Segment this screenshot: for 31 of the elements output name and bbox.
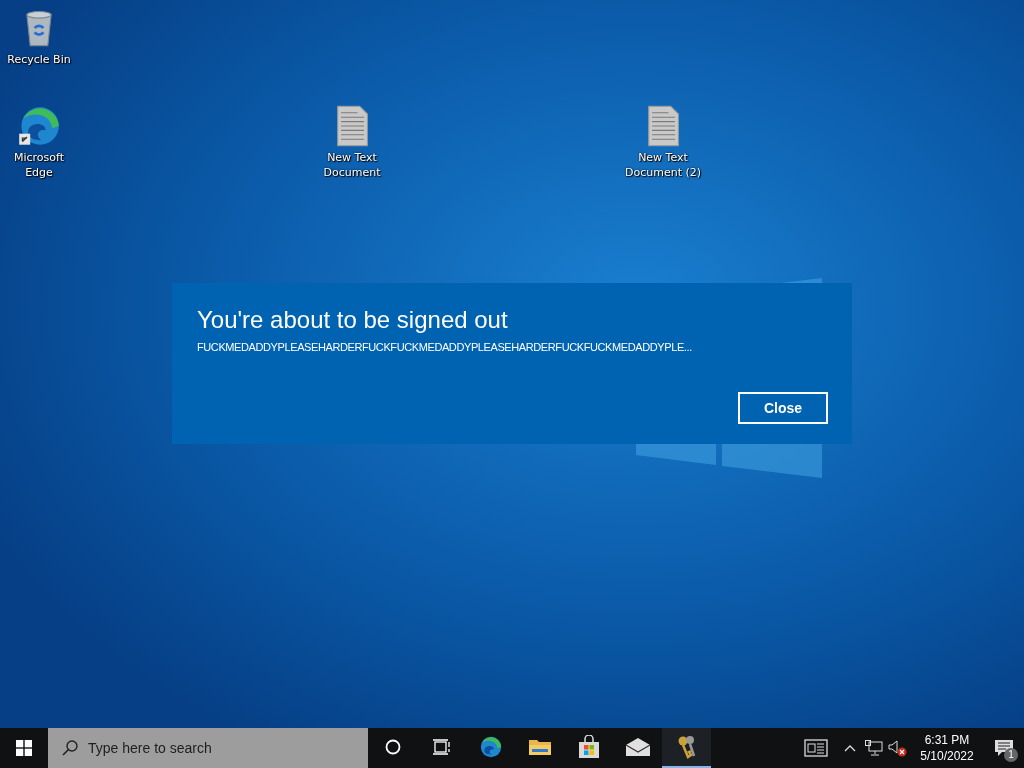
notification-count: 1 [1004,748,1018,762]
circle-icon [383,738,402,756]
folder-icon [527,737,552,757]
envelope-icon [624,737,651,757]
shopping-bag-icon [577,735,600,759]
windows-logo-icon [16,740,32,756]
search-field[interactable]: Type here to search [48,728,368,768]
network-icon [865,740,883,756]
search-icon [61,739,79,757]
shortcut-label: Microsoft Edge [12,150,66,180]
shortcut-label: New Text Document [322,150,382,180]
chevron-up-icon [844,744,856,752]
shortcut-label: New Text Document (2) [624,150,702,180]
desktop-shortcut[interactable]: New Text Document (2) [624,104,702,180]
edge-icon [478,735,503,759]
close-button[interactable]: Close [738,392,828,424]
newspaper-icon [804,739,828,757]
shortcut-label: Recycle Bin [7,52,71,67]
task-view-icon [432,738,451,756]
desktop-shortcut[interactable]: Recycle Bin [0,6,78,67]
taskbar-app[interactable] [662,728,711,768]
clock-time: 6:31 PM [924,732,970,748]
desktop-shortcut[interactable]: Microsoft Edge [0,104,78,180]
edge-icon [17,104,61,148]
clock-date: 5/10/2022 [920,748,974,764]
dialog-message: FUCKMEDADDYPLEASEHARDERFUCKFUCKMEDADDYPLEASEHARDERFUCKFUCKMEDADDYPLE... [197,341,692,353]
dialog-title: You're about to be signed out [197,305,509,335]
action-center-button[interactable]: 1 [984,728,1024,768]
muted-speaker-icon [888,739,908,757]
clock[interactable]: 6:31 PM 5/10/2022 [910,728,984,768]
desktop-shortcut[interactable]: New Text Document [313,104,391,180]
